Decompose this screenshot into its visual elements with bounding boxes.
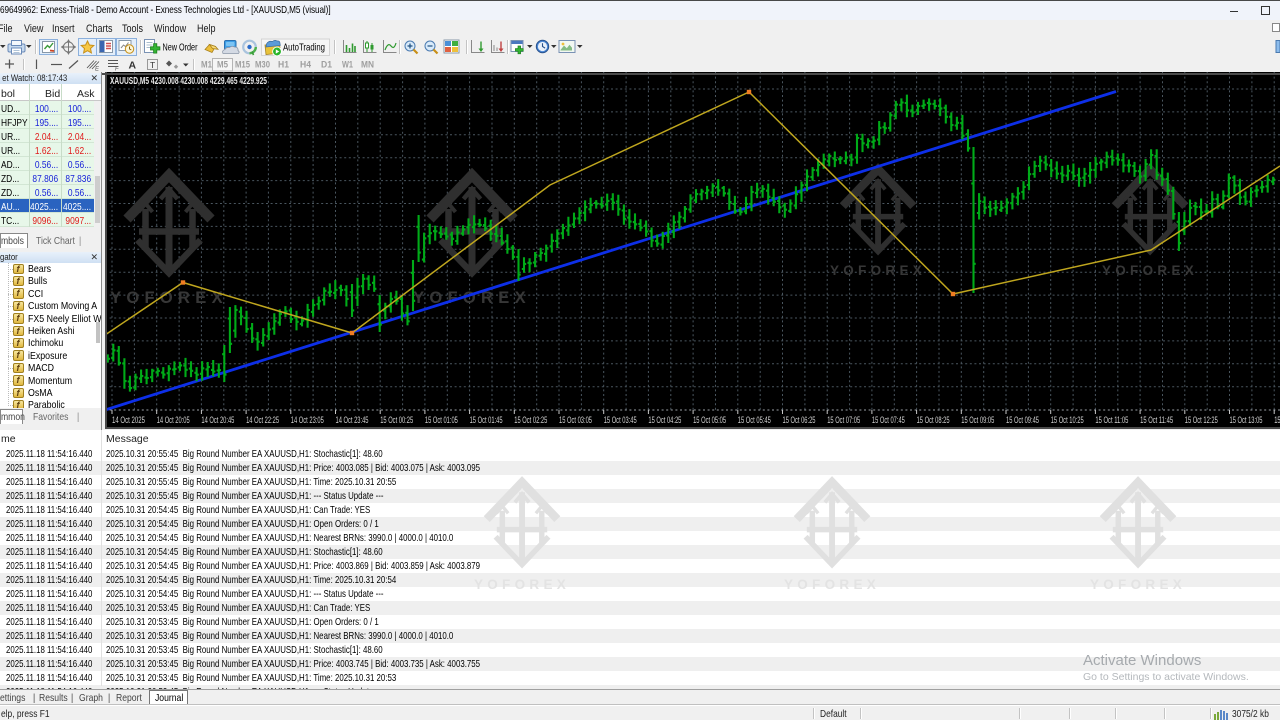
svg-text:M30: M30 <box>255 60 270 70</box>
svg-text:MN: MN <box>361 60 374 70</box>
svg-text:YOFOREX: YOFOREX <box>830 263 926 278</box>
svg-text:YOFOREX: YOFOREX <box>1102 263 1198 278</box>
svg-text:D1: D1 <box>321 60 332 70</box>
svg-text:14 Oct 23:05: 14 Oct 23:05 <box>291 415 324 425</box>
svg-text:H1: H1 <box>278 60 289 70</box>
svg-text:AutoTrading: AutoTrading <box>283 42 325 54</box>
svg-text:15 Oct 11:05: 15 Oct 11:05 <box>1095 415 1128 425</box>
svg-text:14 Oct 22:25: 14 Oct 22:25 <box>246 415 279 425</box>
svg-text:15 Oct 09:05: 15 Oct 09:05 <box>961 415 994 425</box>
svg-text:15 Oct 05:45: 15 Oct 05:45 <box>738 415 771 425</box>
svg-text:M1: M1 <box>201 60 212 70</box>
svg-text:W1: W1 <box>342 60 353 70</box>
svg-text:15 Oct 13:05: 15 Oct 13:05 <box>1230 415 1263 425</box>
svg-text:15 Oct 04:25: 15 Oct 04:25 <box>648 415 681 425</box>
svg-text:14 Oct 23:45: 14 Oct 23:45 <box>336 415 369 425</box>
svg-text:15 Oct 07:45: 15 Oct 07:45 <box>872 415 905 425</box>
svg-text:T: T <box>150 60 155 70</box>
svg-text:M15: M15 <box>235 60 250 70</box>
svg-text:15 Oct 08:25: 15 Oct 08:25 <box>917 415 950 425</box>
svg-text:15 Oct 01:05: 15 Oct 01:05 <box>425 415 458 425</box>
svg-text:14 Oct 20:45: 14 Oct 20:45 <box>201 415 234 425</box>
svg-text:15 Oct 00:25: 15 Oct 00:25 <box>380 415 413 425</box>
svg-text:15 Oct 13:45: 15 Oct 13:45 <box>1274 415 1280 425</box>
svg-text:A: A <box>129 60 137 72</box>
svg-text:14 Oct 2025: 14 Oct 2025 <box>112 415 145 425</box>
svg-text:15 Oct 11:45: 15 Oct 11:45 <box>1140 415 1173 425</box>
svg-text:M5: M5 <box>217 60 228 70</box>
svg-text:15 Oct 12:25: 15 Oct 12:25 <box>1185 415 1218 425</box>
svg-text:New Order: New Order <box>163 42 198 54</box>
svg-text:H4: H4 <box>300 60 311 70</box>
svg-text:15 Oct 07:05: 15 Oct 07:05 <box>827 415 860 425</box>
svg-text:15 Oct 01:45: 15 Oct 01:45 <box>470 415 503 425</box>
svg-text:YOFOREX: YOFOREX <box>413 289 531 307</box>
svg-text:15 Oct 03:05: 15 Oct 03:05 <box>559 415 592 425</box>
svg-text:15 Oct 10:25: 15 Oct 10:25 <box>1051 415 1084 425</box>
svg-text:14 Oct 20:05: 14 Oct 20:05 <box>157 415 190 425</box>
svg-text:15 Oct 09:45: 15 Oct 09:45 <box>1006 415 1039 425</box>
svg-text:15 Oct 03:45: 15 Oct 03:45 <box>604 415 637 425</box>
svg-text:15 Oct 05:05: 15 Oct 05:05 <box>693 415 726 425</box>
svg-text:15 Oct 02:25: 15 Oct 02:25 <box>514 415 547 425</box>
svg-text:15 Oct 06:25: 15 Oct 06:25 <box>783 415 816 425</box>
svg-text:XAUUSD,M5 4230.008 4230.008 42: XAUUSD,M5 4230.008 4230.008 4229.465 422… <box>110 76 267 87</box>
